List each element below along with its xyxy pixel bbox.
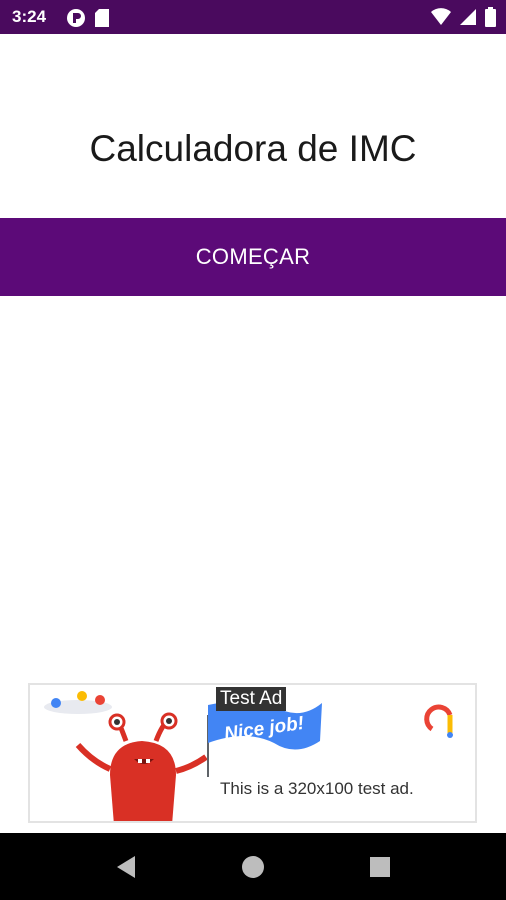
test-ad-label: Test Ad xyxy=(216,687,287,711)
back-icon[interactable] xyxy=(115,855,137,879)
battery-icon xyxy=(485,7,496,27)
ufo-dot-blue xyxy=(51,698,61,708)
wifi-icon xyxy=(431,8,451,25)
flag-icon: Nice job! xyxy=(207,700,322,777)
status-bar: 3:24 xyxy=(0,0,506,34)
start-button[interactable]: COMEÇAR xyxy=(0,218,506,296)
app-notification-icon xyxy=(67,9,85,27)
signal-icon xyxy=(460,9,476,25)
status-left-icons xyxy=(66,8,110,28)
app-title: Calculadora de IMC xyxy=(89,128,417,169)
navigation-bar xyxy=(0,833,506,900)
home-icon[interactable] xyxy=(241,855,265,879)
ad-banner[interactable]: Nice job! Test Ad This is a 320x100 test… xyxy=(28,683,477,823)
admob-logo-icon xyxy=(424,704,453,738)
ufo-dot-yellow xyxy=(77,691,87,701)
status-right-icons xyxy=(431,7,496,27)
sd-card-icon xyxy=(95,9,109,27)
ufo-dot-red xyxy=(95,695,105,705)
status-time: 3:24 xyxy=(12,7,47,26)
monster-icon xyxy=(75,712,208,821)
recents-icon[interactable] xyxy=(370,857,390,877)
ad-text: This is a 320x100 test ad. xyxy=(220,779,414,798)
